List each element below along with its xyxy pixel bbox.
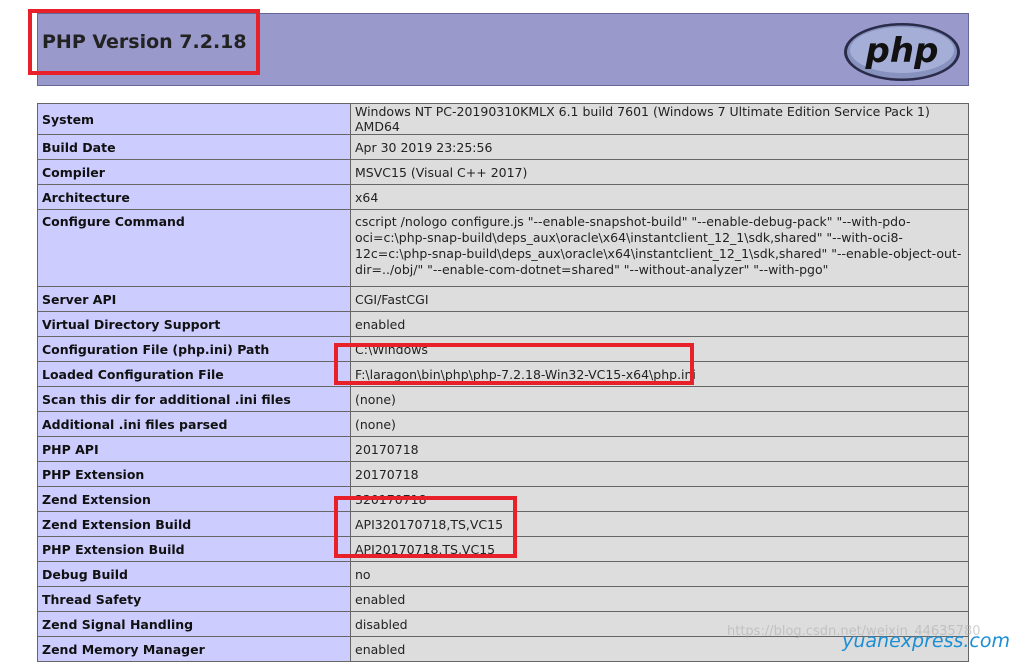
row-value: cscript /nologo configure.js "--enable-s… — [350, 209, 969, 287]
table-row: Zend Memory Manager enabled — [37, 636, 969, 662]
row-value: API320170718,TS,VC15 — [350, 511, 969, 537]
row-value: F:\laragon\bin\php\php-7.2.18-Win32-VC15… — [350, 361, 969, 387]
row-key: Zend Extension — [37, 486, 351, 512]
row-value: C:\Windows — [350, 336, 969, 362]
row-key: PHP Extension Build — [37, 536, 351, 562]
watermark-brand: yuanexpress.com — [842, 630, 1010, 652]
table-row: PHP Extension 20170718 — [37, 461, 969, 487]
table-row: Zend Extension Build API320170718,TS,VC15 — [37, 511, 969, 537]
row-value: x64 — [350, 184, 969, 210]
row-key: Zend Extension Build — [37, 511, 351, 537]
table-row: Architecture x64 — [37, 184, 969, 210]
table-row: Configure Command cscript /nologo configu… — [37, 209, 969, 287]
table-row: System Windows NT PC-20190310KMLX 6.1 bui… — [37, 103, 969, 135]
row-key: Build Date — [37, 134, 351, 160]
table-row: Zend Extension 320170718 — [37, 486, 969, 512]
row-value: CGI/FastCGI — [350, 286, 969, 312]
row-value: 20170718 — [350, 461, 969, 487]
row-value: (none) — [350, 411, 969, 437]
table-row: PHP API 20170718 — [37, 436, 969, 462]
row-value: Windows NT PC-20190310KMLX 6.1 build 760… — [350, 103, 969, 135]
row-value: (none) — [350, 386, 969, 412]
table-row: Build Date Apr 30 2019 23:25:56 — [37, 134, 969, 160]
row-key: Configuration File (php.ini) Path — [37, 336, 351, 362]
row-value: 320170718 — [350, 486, 969, 512]
table-row: Thread Safety enabled — [37, 586, 969, 612]
row-key: System — [37, 103, 351, 135]
row-key: Compiler — [37, 159, 351, 185]
php-logo-text: php — [865, 31, 939, 71]
row-key: Server API — [37, 286, 351, 312]
row-key: Loaded Configuration File — [37, 361, 351, 387]
row-key: Architecture — [37, 184, 351, 210]
php-info-table: System Windows NT PC-20190310KMLX 6.1 bui… — [37, 103, 969, 662]
row-key: Zend Signal Handling — [37, 611, 351, 637]
page-title: PHP Version 7.2.18 — [42, 31, 247, 53]
table-row: PHP Extension Build API20170718,TS,VC15 — [37, 536, 969, 562]
row-value: API20170718,TS,VC15 — [350, 536, 969, 562]
row-value: no — [350, 561, 969, 587]
row-key: Configure Command — [37, 209, 351, 287]
row-key: PHP Extension — [37, 461, 351, 487]
table-row: Loaded Configuration File F:\laragon\bin\… — [37, 361, 969, 387]
table-row: Compiler MSVC15 (Visual C++ 2017) — [37, 159, 969, 185]
row-value: enabled — [350, 311, 969, 337]
phpinfo-header: PHP Version 7.2.18 php — [37, 13, 969, 86]
table-row: Configuration File (php.ini) Path C:\Wind… — [37, 336, 969, 362]
row-key: PHP API — [37, 436, 351, 462]
row-value: 20170718 — [350, 436, 969, 462]
table-row: Additional .ini files parsed (none) — [37, 411, 969, 437]
row-key: Debug Build — [37, 561, 351, 587]
row-key: Additional .ini files parsed — [37, 411, 351, 437]
table-row: Scan this dir for additional .ini files(… — [37, 386, 969, 412]
row-key: Scan this dir for additional .ini files — [37, 386, 351, 412]
table-row: Server API CGI/FastCGI — [37, 286, 969, 312]
row-value: Apr 30 2019 23:25:56 — [350, 134, 969, 160]
row-value: enabled — [350, 586, 969, 612]
row-key: Virtual Directory Support — [37, 311, 351, 337]
row-key: Zend Memory Manager — [37, 636, 351, 662]
php-logo-icon: php — [844, 23, 960, 81]
row-value: MSVC15 (Visual C++ 2017) — [350, 159, 969, 185]
table-row: Debug Build no — [37, 561, 969, 587]
row-key: Thread Safety — [37, 586, 351, 612]
table-row: Virtual Directory Support enabled — [37, 311, 969, 337]
